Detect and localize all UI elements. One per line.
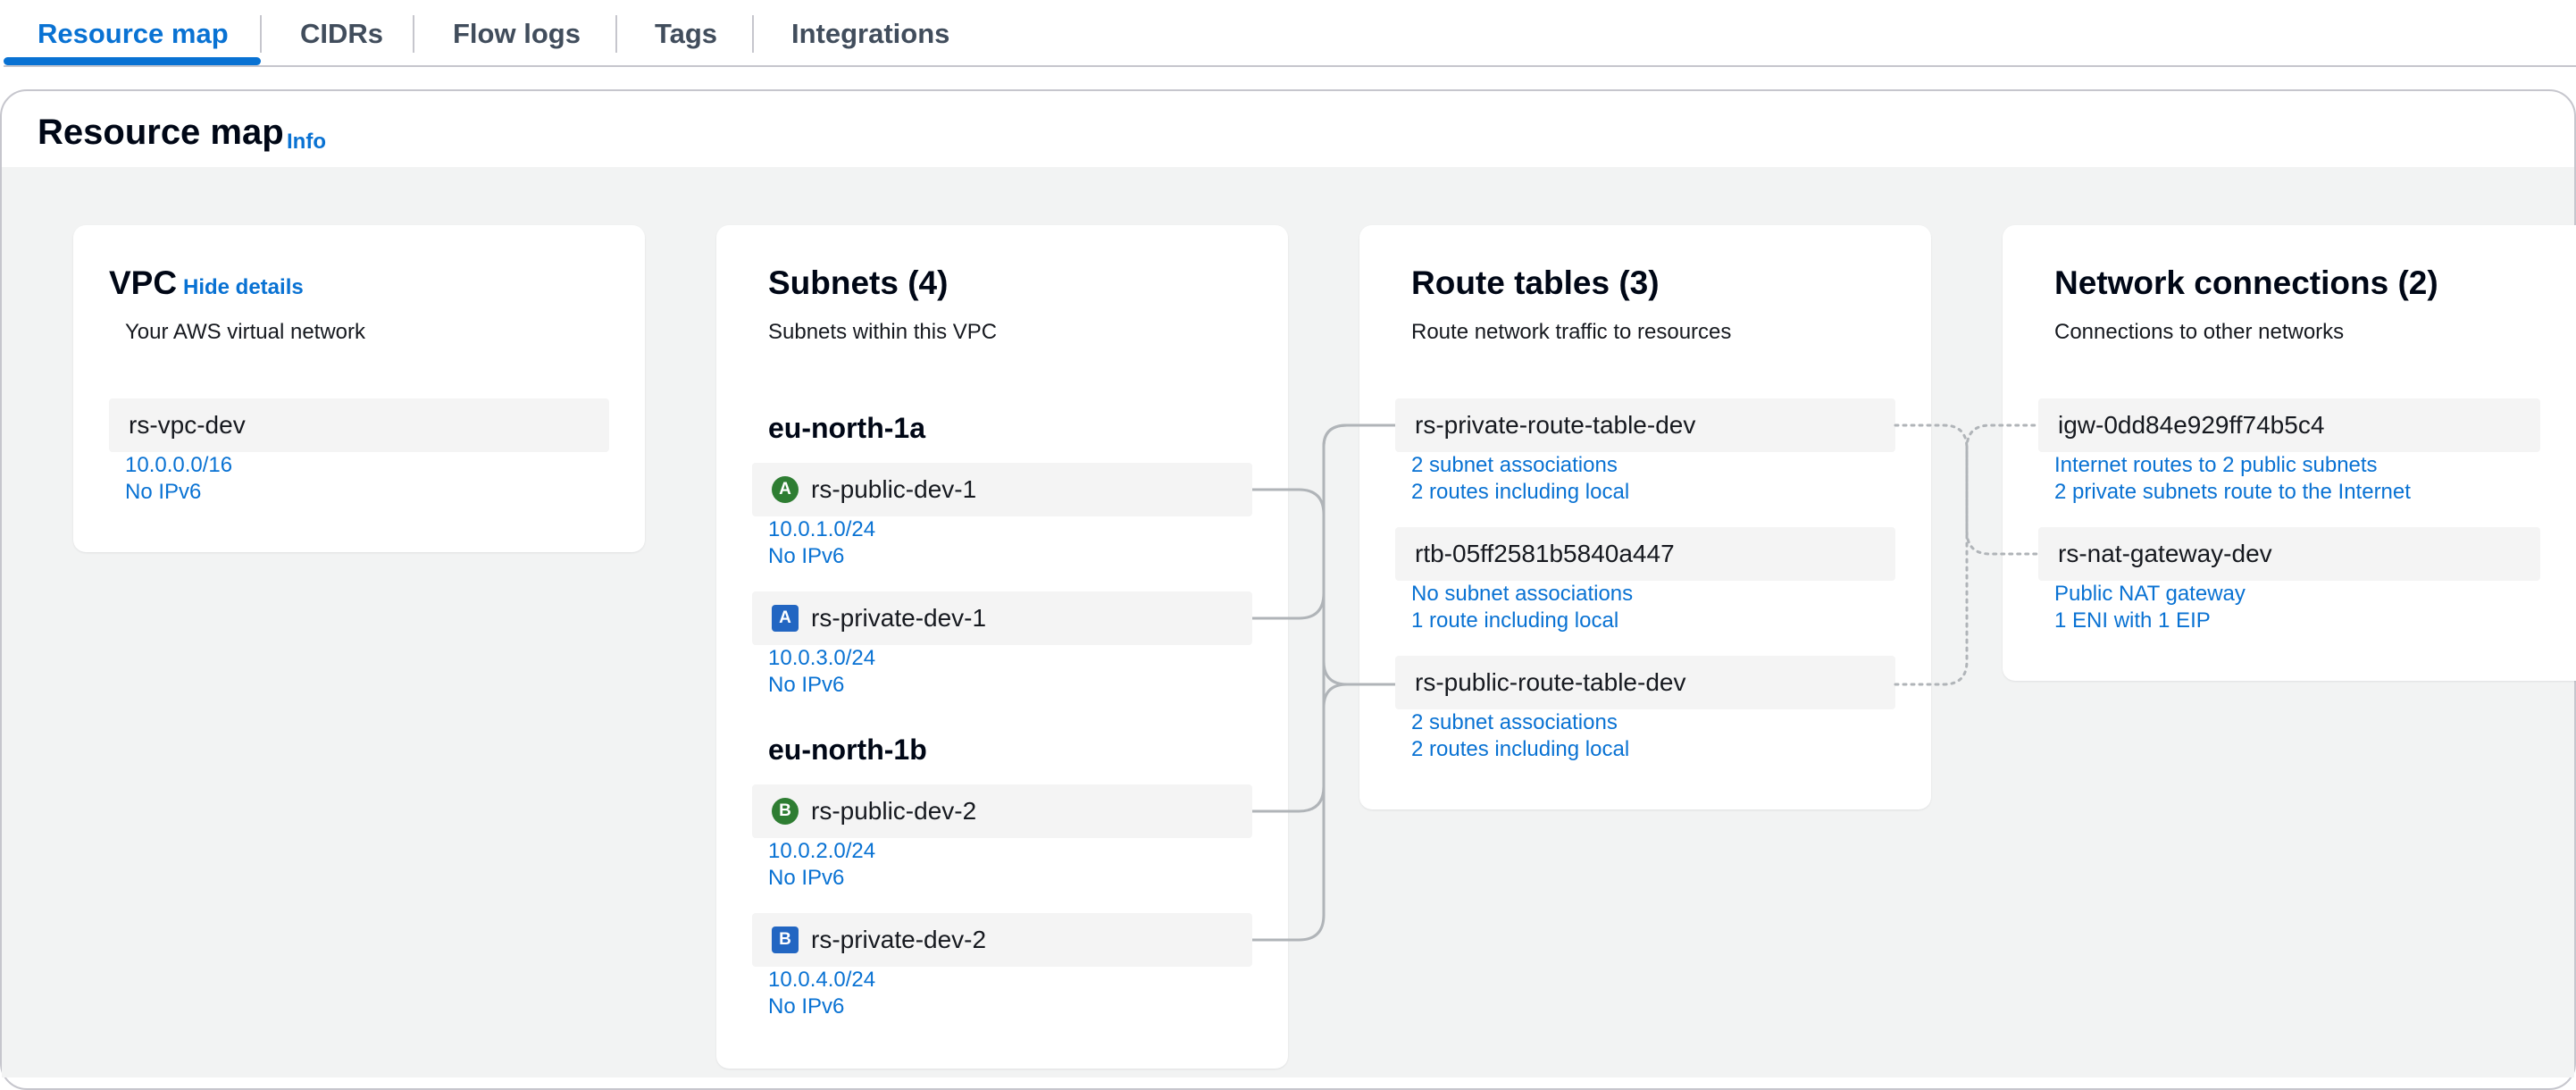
vpc-card-title: VPC: [109, 264, 178, 301]
tab-flow-logs[interactable]: Flow logs: [453, 13, 581, 55]
subnet-cidr: 10.0.4.0/24: [768, 968, 876, 992]
subnet-ipv6: No IPv6: [768, 673, 845, 697]
subnet-cidr: 10.0.3.0/24: [768, 646, 876, 670]
nat-gateway-resource[interactable]: rs-nat-gateway-dev: [2038, 527, 2540, 581]
info-link[interactable]: Info: [287, 130, 326, 155]
subnets-card-subtitle: Subnets within this VPC: [768, 320, 998, 344]
subnet-resource[interactable]: B rs-public-dev-2: [752, 784, 1252, 838]
tab-integrations[interactable]: Integrations: [791, 13, 949, 55]
tab-divider: [615, 15, 617, 53]
subnet-name: rs-private-dev-1: [811, 604, 987, 632]
vpc-card-subtitle: Your AWS virtual network: [125, 320, 366, 344]
public-subnet-badge: A: [772, 476, 799, 503]
subnet-cidr: 10.0.1.0/24: [768, 517, 876, 541]
subnet-name: rs-public-dev-1: [811, 475, 977, 503]
subnet-cidr: 10.0.2.0/24: [768, 839, 876, 863]
route-table-associations[interactable]: 2 subnet associations: [1411, 709, 1618, 736]
route-table-resource[interactable]: rtb-05ff2581b5840a447: [1395, 527, 1895, 581]
subnets-card-title: Subnets (4): [768, 264, 949, 301]
route-table-routes[interactable]: 2 routes including local: [1411, 736, 1629, 763]
tab-divider: [260, 15, 262, 53]
network-connections-card-subtitle: Connections to other networks: [2054, 320, 2345, 344]
subnet-ipv6: No IPv6: [768, 866, 845, 890]
connection-detail[interactable]: 1 ENI with 1 EIP: [2054, 608, 2211, 634]
page-title: Resource map: [38, 113, 284, 152]
subnet-name: rs-private-dev-2: [811, 926, 987, 953]
route-tables-card-subtitle: Route network traffic to resources: [1411, 320, 1732, 344]
subnet-resource[interactable]: A rs-public-dev-1: [752, 463, 1252, 516]
connection-detail[interactable]: 2 private subnets route to the Internet: [2054, 479, 2411, 506]
private-subnet-badge: B: [772, 926, 799, 953]
tab-bar-border: [4, 65, 2576, 67]
private-subnet-badge: A: [772, 605, 799, 632]
tab-tags[interactable]: Tags: [655, 13, 717, 55]
subnet-name: rs-public-dev-2: [811, 797, 977, 825]
vpc-cidr: 10.0.0.0/16: [125, 453, 233, 477]
route-tables-card-title: Route tables (3): [1411, 264, 1660, 301]
connection-detail[interactable]: Internet routes to 2 public subnets: [2054, 452, 2378, 479]
subnet-resource[interactable]: B rs-private-dev-2: [752, 913, 1252, 967]
internet-gateway-resource[interactable]: igw-0dd84e929ff74b5c4: [2038, 398, 2540, 452]
vpc-resource[interactable]: rs-vpc-dev: [109, 398, 609, 452]
tab-divider: [752, 15, 754, 53]
subnet-ipv6: No IPv6: [768, 994, 845, 1019]
route-table-associations[interactable]: No subnet associations: [1411, 581, 1633, 608]
route-table-routes[interactable]: 2 routes including local: [1411, 479, 1629, 506]
tab-divider: [413, 15, 414, 53]
route-table-resource[interactable]: rs-private-route-table-dev: [1395, 398, 1895, 452]
tab-resource-map[interactable]: Resource map: [38, 13, 229, 55]
public-subnet-badge: B: [772, 798, 799, 825]
availability-zone-title: eu-north-1a: [768, 412, 925, 444]
tab-cidrs[interactable]: CIDRs: [300, 13, 383, 55]
subnet-ipv6: No IPv6: [768, 544, 845, 568]
availability-zone-title: eu-north-1b: [768, 734, 927, 766]
route-table-routes[interactable]: 1 route including local: [1411, 608, 1618, 634]
route-table-associations[interactable]: 2 subnet associations: [1411, 452, 1618, 479]
route-table-resource[interactable]: rs-public-route-table-dev: [1395, 656, 1895, 709]
network-connections-card-title: Network connections (2): [2054, 264, 2438, 301]
vpc-ipv6: No IPv6: [125, 480, 202, 504]
subnet-resource[interactable]: A rs-private-dev-1: [752, 591, 1252, 645]
active-tab-indicator: [4, 57, 261, 65]
tab-bar: Resource map CIDRs Flow logs Tags Integr…: [0, 0, 2576, 68]
connection-detail[interactable]: Public NAT gateway: [2054, 581, 2246, 608]
hide-details-link[interactable]: Hide details: [183, 275, 304, 300]
